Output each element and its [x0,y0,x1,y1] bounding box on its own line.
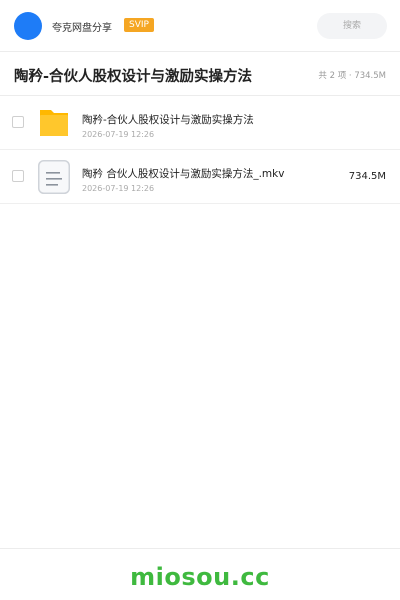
search-input[interactable] [317,13,387,39]
list-item-video[interactable]: 陶矜 合伙人股权设计与激励实操方法_.mkv 2026-07-19 12:26 … [0,150,400,204]
svip-badge: SVIP [124,18,154,32]
file-name[interactable]: 陶矜-合伙人股权设计与激励实操方法 [82,112,254,127]
file-size: 734.5M [348,171,386,182]
item-summary: 共 2 项 · 734.5M [318,71,386,81]
select-checkbox[interactable] [12,116,24,128]
folder-title-bar: 陶矜-合伙人股权设计与激励实操方法 共 2 项 · 734.5M [0,52,400,96]
folder-icon [40,110,68,136]
watermark: miosou.cc [130,563,270,591]
brand-name: 夸克网盘分享 [52,23,112,34]
file-date: 2026-07-19 12:26 [82,184,155,193]
file-date: 2026-07-19 12:26 [82,130,155,139]
page-title: 陶矜-合伙人股权设计与激励实操方法 [14,69,253,85]
share-header: 夸克网盘分享 SVIP [0,0,400,52]
select-checkbox[interactable] [12,170,24,182]
avatar[interactable] [14,12,42,40]
document-icon [38,160,70,194]
list-item-folder[interactable]: 陶矜-合伙人股权设计与激励实操方法 2026-07-19 12:26 [0,96,400,150]
footer: miosou.cc [0,548,400,600]
file-name[interactable]: 陶矜 合伙人股权设计与激励实操方法_.mkv [82,166,284,181]
